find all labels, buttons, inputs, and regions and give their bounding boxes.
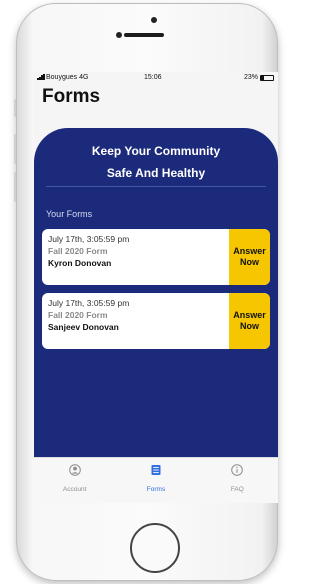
mute-switch (14, 99, 16, 117)
answer-now-line-2: Now (239, 257, 259, 267)
volume-up-button (14, 134, 16, 164)
section-label: Your Forms (46, 209, 93, 219)
form-card: July 17th, 3:05:59 pm Fall 2020 Form Kyr… (42, 229, 270, 285)
form-date: July 17th, 3:05:59 pm (48, 298, 130, 308)
tab-account-label: Account (62, 486, 87, 493)
front-camera-icon (151, 17, 157, 23)
battery-percent: 23% (243, 74, 258, 81)
form-name: Fall 2020 Form (48, 246, 108, 256)
banner-line-1: Keep Your Community (91, 144, 221, 158)
status-bar: Bouygues 4G 15:06 23% (34, 74, 278, 84)
answer-now-line-2: Now (239, 321, 259, 331)
page-title: Forms (42, 86, 101, 107)
banner-line-2: Safe And Healthy (106, 166, 206, 180)
earpiece-speaker (124, 33, 164, 37)
home-button[interactable] (130, 523, 180, 573)
tab-faq[interactable]: FAQ (197, 458, 278, 503)
answer-now-line-1: Answer (233, 246, 266, 256)
tab-forms-label: Forms (146, 486, 166, 493)
account-icon (68, 464, 81, 476)
list-icon (151, 465, 161, 475)
answer-now-line-1: Answer (233, 310, 266, 320)
tab-forms[interactable]: Forms (115, 458, 196, 503)
signal-icon (37, 74, 45, 80)
status-time: 15:06 (144, 74, 162, 81)
form-card-info: July 17th, 3:05:59 pm Fall 2020 Form San… (48, 297, 129, 333)
app-screen: Bouygues 4G 15:06 23% Forms Keep Your Co… (34, 72, 278, 503)
volume-down-button (14, 172, 16, 202)
info-icon (231, 464, 244, 476)
battery-indicator: 23% (244, 74, 274, 81)
forms-panel: Keep Your Community Safe And Healthy You… (34, 128, 278, 458)
banner-headline: Keep Your Community Safe And Healthy (34, 140, 278, 184)
form-name: Fall 2020 Form (48, 310, 108, 320)
tab-faq-label: FAQ (230, 486, 244, 493)
form-card-info: July 17th, 3:05:59 pm Fall 2020 Form Kyr… (48, 233, 129, 269)
form-person: Kyron Donovan (48, 258, 112, 268)
carrier: Bouygues 4G (37, 74, 88, 81)
form-person: Sanjeev Donovan (48, 322, 119, 332)
tab-account[interactable]: Account (34, 458, 115, 503)
battery-icon (260, 74, 274, 81)
form-card: July 17th, 3:05:59 pm Fall 2020 Form San… (42, 293, 270, 349)
proximity-sensor-icon (116, 32, 122, 38)
carrier-label: Bouygues 4G (46, 74, 89, 81)
battery-fill (261, 75, 264, 80)
answer-now-button[interactable]: Answer Now (229, 229, 270, 285)
tab-bar: Account Forms FAQ (34, 457, 278, 503)
divider (46, 186, 266, 187)
answer-now-button[interactable]: Answer Now (229, 293, 270, 349)
form-date: July 17th, 3:05:59 pm (48, 234, 130, 244)
